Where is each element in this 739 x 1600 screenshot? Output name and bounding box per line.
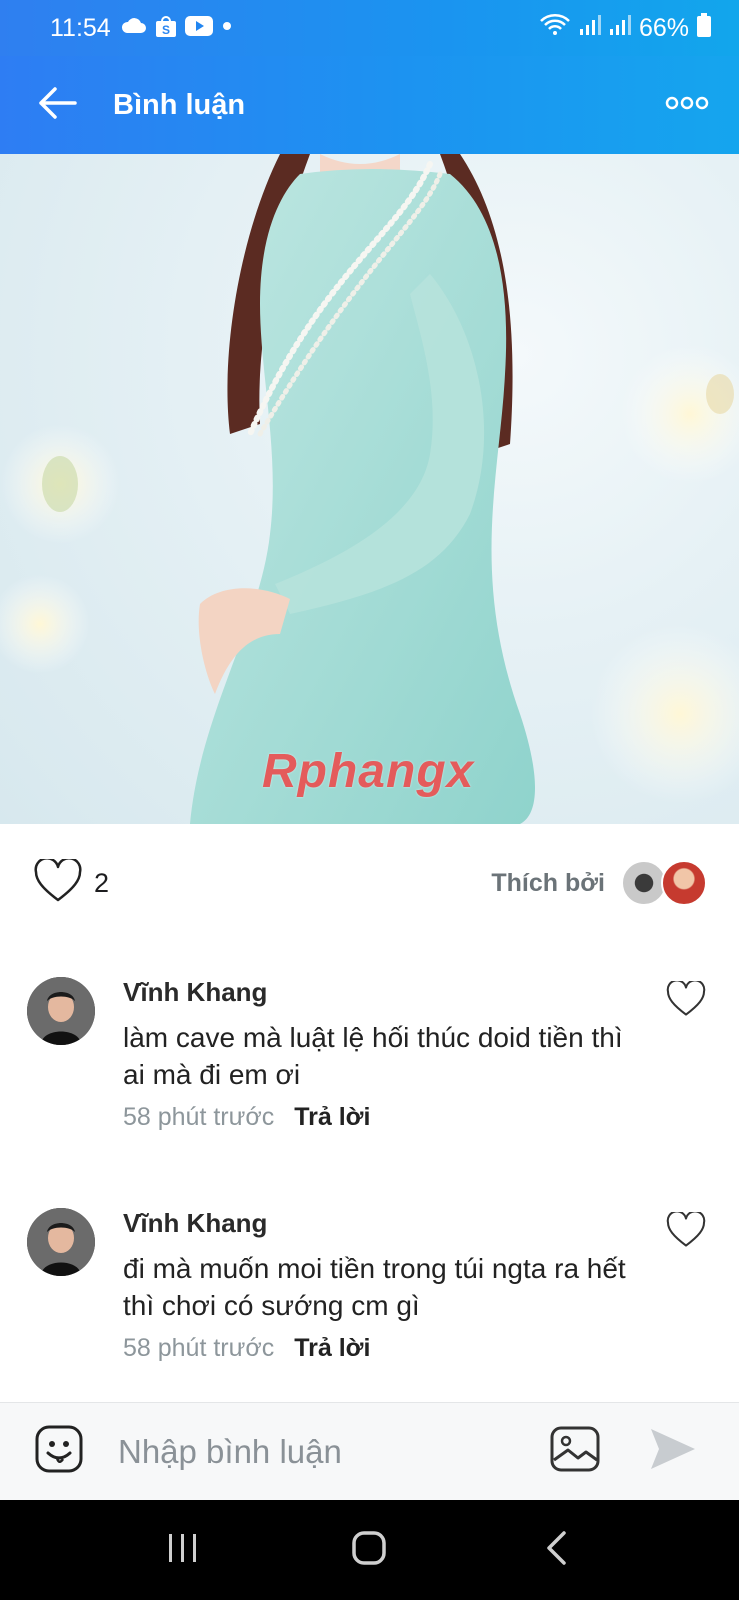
comment-input[interactable] (118, 1421, 528, 1482)
svg-text:S: S (162, 23, 170, 37)
emoji-button[interactable] (32, 1425, 86, 1479)
comment-like-button[interactable] (662, 977, 710, 1025)
status-right: 66% (539, 12, 711, 44)
signal-icon (579, 14, 601, 43)
comment-author[interactable]: Vĩnh Khang (123, 1208, 267, 1239)
liked-by-label[interactable]: Thích bởi (491, 869, 605, 898)
comment-like-button[interactable] (662, 1208, 710, 1256)
post-image[interactable]: Rphangx (0, 154, 739, 824)
signal-icon (609, 14, 631, 43)
reply-button[interactable]: Trả lời (294, 1334, 370, 1363)
image-icon (550, 1426, 600, 1477)
more-dots-icon (665, 96, 709, 115)
heart-icon (666, 1209, 706, 1253)
youtube-icon (184, 15, 213, 41)
post-photo (0, 154, 739, 824)
comment-author[interactable]: Vĩnh Khang (123, 977, 267, 1008)
back-arrow-icon (37, 86, 77, 125)
send-icon (649, 1427, 697, 1476)
comment-text: làm cave mà luật lệ hối thúc doid tiền t… (123, 1022, 623, 1090)
status-bar: 11:54 S 66% (0, 0, 739, 56)
heart-icon (34, 856, 82, 908)
home-icon (351, 1530, 387, 1571)
page-title: Bình luận (113, 88, 246, 121)
chevron-left-icon (544, 1530, 568, 1571)
shopee-icon: S (155, 14, 177, 43)
home-button[interactable] (339, 1520, 399, 1580)
comment-meta: 58 phút trước Trả lời (123, 1334, 370, 1363)
status-time: 11:54 (50, 13, 111, 42)
battery-icon (697, 12, 711, 44)
watermark-text: Rphang (262, 745, 447, 798)
heart-icon (666, 978, 706, 1022)
battery-text: 66% (638, 13, 689, 42)
like-button[interactable] (32, 856, 84, 909)
status-notification-icons: S (121, 14, 233, 43)
cloud-icon (121, 17, 147, 40)
comment-time: 58 phút trước (123, 1334, 275, 1362)
avatar (661, 860, 707, 906)
watermark-suffix: x (446, 745, 475, 798)
like-count: 2 (94, 867, 110, 898)
app-bar: Bình luận (0, 56, 739, 154)
send-button[interactable] (646, 1425, 700, 1479)
reply-button[interactable]: Trả lời (294, 1103, 370, 1132)
watermark: Rphangx (262, 744, 474, 799)
emoji-icon (35, 1425, 83, 1478)
likes-row: 2 Thích bởi (0, 824, 739, 942)
system-nav-bar (0, 1500, 739, 1600)
recent-apps-button[interactable] (153, 1520, 213, 1580)
comment-item: Vĩnh Khang đi mà muốn moi tiền trong túi… (0, 1208, 739, 1388)
recents-icon (166, 1531, 200, 1570)
dot-icon (221, 19, 233, 37)
back-button[interactable] (26, 74, 88, 136)
comment-item: Vĩnh Khang làm cave mà luật lệ hối thúc … (0, 977, 739, 1157)
more-options-button[interactable] (657, 75, 717, 135)
comment-time: 58 phút trước (123, 1103, 275, 1131)
comment-input-bar (0, 1402, 739, 1500)
comment-meta: 58 phút trước Trả lời (123, 1103, 370, 1132)
nav-back-button[interactable] (526, 1520, 586, 1580)
wifi-icon (539, 13, 571, 44)
avatar[interactable] (27, 1208, 95, 1276)
liked-by-avatars[interactable] (621, 860, 707, 906)
comment-text: đi mà muốn moi tiền trong túi ngta ra hế… (123, 1253, 626, 1321)
attach-image-button[interactable] (548, 1425, 602, 1479)
avatar[interactable] (27, 977, 95, 1045)
